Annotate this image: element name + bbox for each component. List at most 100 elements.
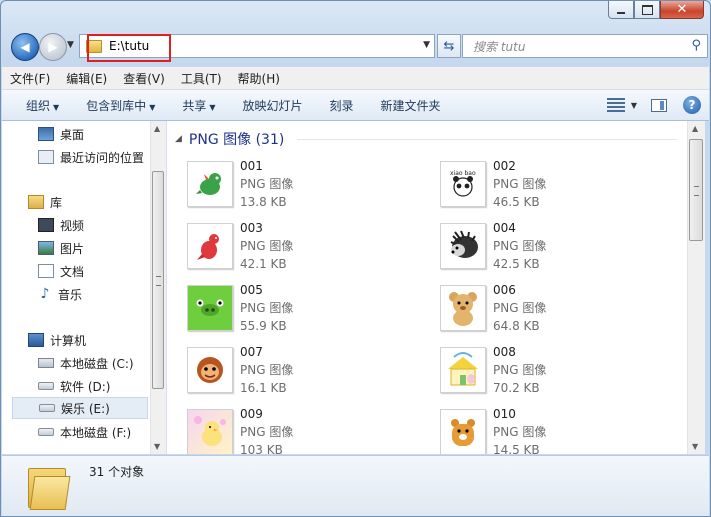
image-thumbnail [187,223,233,269]
file-info: 003 PNG 图像 42.1 KB [240,219,293,273]
scrollbar-thumb[interactable] [689,139,703,241]
nav-item-drive-f[interactable]: 本地磁盘 (F:) [38,421,166,443]
forward-button[interactable]: ▶ [39,33,67,61]
nav-item-pictures[interactable]: 图片 [38,237,166,259]
nav-item-label: 视频 [60,218,85,233]
explorer-window: ✕ ◀ ▶ ▼ E:\tutu ▼ ⇆ 搜索 tutu ⚲ 文件(F) 编辑(E… [0,0,711,517]
file-size: 64.8 KB [493,319,540,333]
back-button[interactable]: ◀ [11,33,39,61]
menu-file[interactable]: 文件(F) [2,70,58,87]
share-button[interactable]: 共享 ▼ [164,97,224,114]
share-label: 共享 [182,98,207,113]
file-item[interactable]: 009 PNG 图像 103 KB [167,405,407,454]
nav-item-desktop[interactable]: 桌面 [38,123,166,145]
file-name: 006 [493,283,516,297]
drive-icon [38,428,54,436]
file-size: 103 KB [240,443,283,454]
nav-item-libraries[interactable]: 库 [28,191,166,213]
image-thumbnail [440,409,486,454]
collapse-group-icon[interactable]: ◢ [175,134,182,144]
search-icon[interactable]: ⚲ [691,38,701,53]
file-size: 42.1 KB [240,257,287,271]
new-folder-button[interactable]: 新建文件夹 [363,97,450,114]
menu-edit[interactable]: 编辑(E) [58,70,115,87]
file-item[interactable]: 006 PNG 图像 64.8 KB [420,281,660,337]
nav-item-recent-places[interactable]: 最近访问的位置 [38,146,166,168]
file-item[interactable]: xiao bao 002 PNG 图像 46.5 KB [420,157,660,213]
file-item[interactable]: 004 PNG 图像 42.5 KB [420,219,660,275]
scroll-down-icon[interactable]: ▼ [154,442,160,451]
svg-text:xiao bao: xiao bao [450,170,476,177]
documents-icon [38,264,54,278]
burn-button[interactable]: 刻录 [312,97,363,114]
file-list: ◢ PNG 图像 (31) 001 PNG 图像 13.8 KB xiao ba… [167,121,687,454]
computer-icon [28,333,44,347]
drive-icon [38,382,54,390]
file-item[interactable]: 010 PNG 图像 14.5 KB [420,405,660,454]
close-icon: ✕ [676,2,688,17]
address-highlight-box [87,34,171,62]
file-type: PNG 图像 [240,363,294,377]
organize-label: 组织 [26,98,51,113]
scroll-up-icon[interactable]: ▲ [154,124,160,133]
menu-help[interactable]: 帮助(H) [230,70,288,87]
nav-item-drive-c[interactable]: 本地磁盘 (C:) [38,352,166,374]
nav-item-drive-e[interactable]: 娱乐 (E:) [12,397,148,419]
help-icon[interactable]: ? [683,96,701,114]
image-thumbnail [187,161,233,207]
file-item[interactable]: 001 PNG 图像 13.8 KB [167,157,407,213]
nav-item-computer[interactable]: 计算机 [28,329,166,351]
image-thumbnail [440,347,486,393]
file-info: 008 PNG 图像 70.2 KB [493,343,546,397]
nav-item-videos[interactable]: 视频 [38,214,166,236]
search-input[interactable]: 搜索 tutu ⚲ [462,34,708,58]
nav-item-label: 音乐 [58,287,83,302]
minimize-button[interactable] [608,1,634,19]
scroll-up-icon[interactable]: ▲ [692,124,698,133]
file-name: 002 [493,159,516,173]
file-size: 42.5 KB [493,257,540,271]
file-name: 009 [240,407,263,421]
file-item[interactable]: 005 PNG 图像 55.9 KB [167,281,407,337]
view-controls: ▼ ? [606,90,709,120]
slideshow-button[interactable]: 放映幻灯片 [225,97,312,114]
file-type: PNG 图像 [493,363,547,377]
close-button[interactable]: ✕ [660,1,704,19]
nav-item-label: 图片 [60,241,85,256]
file-name: 005 [240,283,263,297]
file-type: PNG 图像 [240,425,294,439]
file-info: 002 PNG 图像 46.5 KB [493,157,546,211]
file-item[interactable]: 008 PNG 图像 70.2 KB [420,343,660,399]
group-header[interactable]: ◢ PNG 图像 (31) [175,130,284,148]
organize-button[interactable]: 组织 ▼ [2,97,68,114]
file-name: 010 [493,407,516,421]
recent-places-icon [38,150,54,164]
address-dropdown-icon[interactable]: ▼ [423,40,430,50]
navigation-scrollbar[interactable]: ▲ ▼ [150,121,166,454]
nav-item-music[interactable]: ♪ 音乐 [38,283,166,305]
menu-bar: 文件(F) 编辑(E) 查看(V) 工具(T) 帮助(H) [2,67,709,90]
preview-pane-icon[interactable] [651,98,667,112]
menu-view[interactable]: 查看(V) [115,70,173,87]
scroll-down-icon[interactable]: ▼ [692,442,698,451]
file-list-scrollbar[interactable]: ▲ ▼ [687,121,705,454]
refresh-button[interactable]: ⇆ [437,34,461,58]
include-in-library-button[interactable]: 包含到库中 ▼ [68,97,164,114]
file-item[interactable]: 007 PNG 图像 16.1 KB [167,343,407,399]
change-view-icon[interactable] [606,98,625,112]
nav-item-documents[interactable]: 文档 [38,260,166,282]
file-info: 009 PNG 图像 103 KB [240,405,293,454]
recent-pages-dropdown[interactable]: ▼ [67,40,74,50]
scrollbar-thumb[interactable] [152,171,164,389]
view-options-dropdown-icon[interactable]: ▼ [631,101,637,110]
file-item[interactable]: 003 PNG 图像 42.1 KB [167,219,407,275]
file-name: 004 [493,221,516,235]
chevron-down-icon: ▼ [53,102,60,112]
menu-tools[interactable]: 工具(T) [173,70,230,87]
nav-item-label: 库 [50,195,63,210]
file-info: 010 PNG 图像 14.5 KB [493,405,546,454]
nav-item-drive-d[interactable]: 软件 (D:) [38,375,166,397]
back-arrow-icon: ◀ [20,40,30,54]
maximize-button[interactable] [634,1,660,19]
file-size: 14.5 KB [493,443,540,454]
